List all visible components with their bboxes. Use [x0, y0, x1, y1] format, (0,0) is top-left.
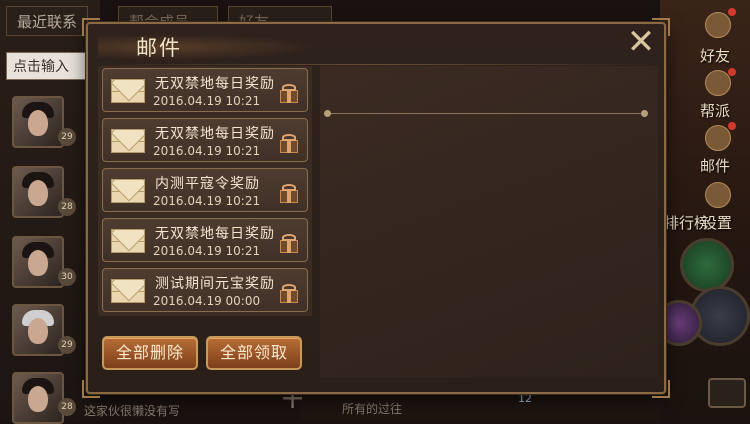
gift-icon [279, 133, 299, 153]
signature-text: 这家伙很懒没有写 [84, 404, 181, 418]
claim-all-button[interactable]: 全部领取 [206, 336, 302, 370]
background-text: 所有的过往 [342, 402, 403, 416]
title-glow [98, 34, 318, 60]
guild-icon[interactable] [705, 70, 731, 96]
avatar[interactable] [12, 166, 64, 218]
mail-title: 无双禁地每日奖励 [155, 126, 275, 142]
content-divider [328, 113, 646, 114]
notification-dot [728, 68, 736, 76]
mail-dialog: 邮件 ✕ 无双禁地每日奖励 2016.04.19 10:21 无双禁地每日奖励 … [82, 18, 670, 398]
mail-title: 无双禁地每日奖励 [155, 76, 275, 92]
mail-title: 无双禁地每日奖励 [155, 226, 275, 242]
nav-friends[interactable]: 好友 [700, 45, 730, 66]
mail-item[interactable]: 无双禁地每日奖励 2016.04.19 10:21 [102, 218, 308, 262]
gift-icon [279, 233, 299, 253]
gift-icon [279, 283, 299, 303]
mail-date: 2016.04.19 10:21 [153, 244, 261, 258]
gift-icon [279, 83, 299, 103]
avatar[interactable] [12, 96, 64, 148]
chat-button[interactable] [708, 378, 746, 408]
nav-mail[interactable]: 邮件 [700, 155, 730, 176]
mail-item[interactable]: 测试期间元宝奖励 2016.04.19 00:00 [102, 268, 308, 312]
gift-icon [279, 183, 299, 203]
nav-settings[interactable]: 设置 [702, 212, 732, 233]
gear-icon[interactable] [705, 182, 731, 208]
mail-title: 测试期间元宝奖励 [155, 276, 275, 292]
mail-item[interactable]: 无双禁地每日奖励 2016.04.19 10:21 [102, 68, 308, 112]
envelope-icon [111, 179, 145, 203]
mail-date: 2016.04.19 00:00 [153, 294, 261, 308]
mail-date: 2016.04.19 10:21 [153, 144, 261, 158]
mail-date: 2016.04.19 10:21 [153, 194, 261, 208]
avatar[interactable] [12, 236, 64, 288]
avatar[interactable] [12, 372, 64, 424]
level-badge: 29 [58, 128, 76, 146]
corner-ornament [652, 18, 670, 36]
notification-dot [728, 8, 736, 16]
corner-ornament [82, 18, 100, 36]
skill-button[interactable] [680, 238, 734, 292]
notification-dot [728, 122, 736, 130]
mail-icon[interactable] [705, 125, 731, 151]
dialog-title: 邮件 [136, 36, 182, 60]
delete-all-button[interactable]: 全部删除 [102, 336, 198, 370]
friends-icon[interactable] [705, 12, 731, 38]
level-badge: 29 [58, 336, 76, 354]
corner-ornament [652, 380, 670, 398]
mail-date: 2016.04.19 10:21 [153, 94, 261, 108]
mail-item[interactable]: 无双禁地每日奖励 2016.04.19 10:21 [102, 118, 308, 162]
avatar[interactable] [12, 304, 64, 356]
search-input[interactable]: 点击输入 [6, 52, 86, 80]
envelope-icon [111, 229, 145, 253]
divider-dot [324, 110, 331, 117]
mail-title: 内测平寇令奖励 [155, 176, 260, 192]
envelope-icon [111, 79, 145, 103]
envelope-icon [111, 129, 145, 153]
divider-dot [641, 110, 648, 117]
corner-ornament [82, 380, 100, 398]
level-badge: 30 [58, 268, 76, 286]
title-divider [94, 64, 660, 65]
level-badge: 28 [58, 198, 76, 216]
tab-recent-contacts[interactable]: 最近联系 [6, 6, 88, 36]
envelope-icon [111, 279, 145, 303]
nav-guild[interactable]: 帮派 [700, 100, 730, 121]
mail-item[interactable]: 内测平寇令奖励 2016.04.19 10:21 [102, 168, 308, 212]
level-badge: 28 [58, 398, 76, 416]
